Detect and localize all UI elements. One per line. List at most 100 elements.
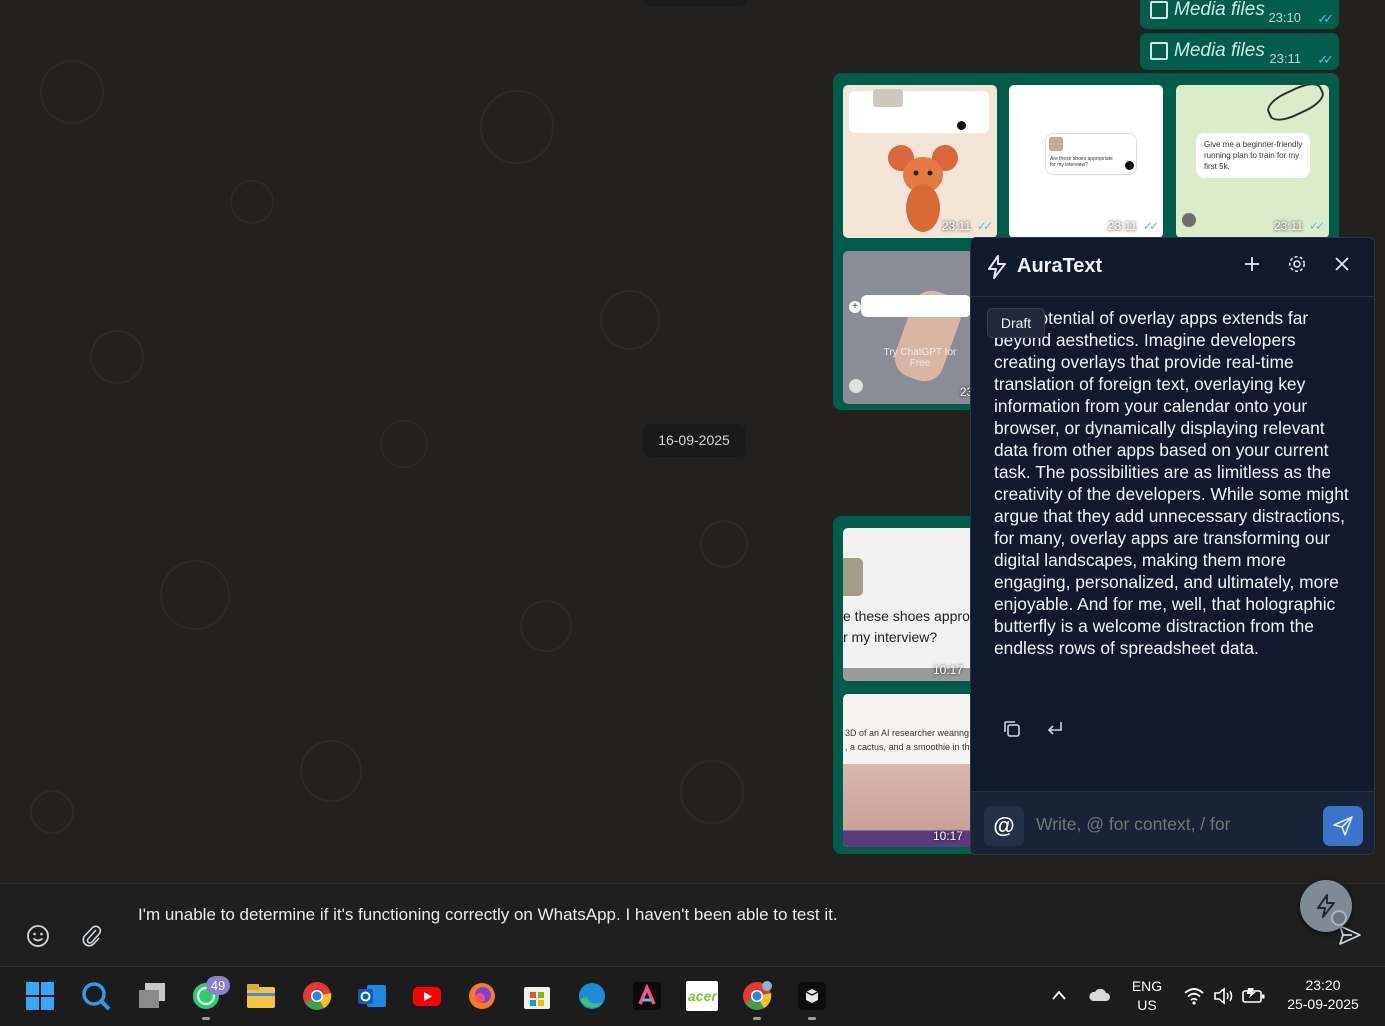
whatsapp-unread-badge: 49 — [206, 976, 230, 995]
panel-header: AuraText — [971, 238, 1375, 297]
panel-title: AuraText — [1017, 255, 1102, 278]
clock-date: 25-09-2025 — [1278, 996, 1368, 1012]
battery-icon[interactable] — [1242, 987, 1266, 1005]
openai-logo-icon — [1182, 213, 1196, 227]
windows-start-icon[interactable] — [25, 981, 55, 1011]
draft-tooltip: Draft — [987, 308, 1045, 338]
microsoft-store-icon[interactable] — [522, 981, 552, 1011]
lightning-icon — [986, 255, 1008, 279]
system-clock[interactable]: 23:20 25-09-2025 — [1278, 977, 1368, 1012]
drag-handle-icon[interactable] — [1331, 910, 1347, 926]
read-ticks-icon: ✓✓ — [1309, 219, 1321, 233]
media-files-message[interactable]: Media files 23:10 ✓✓ — [1140, 0, 1339, 29]
keyboard-layout: US — [1128, 997, 1166, 1013]
caption-line: r my interview? — [843, 627, 937, 648]
chevron-up-icon[interactable] — [1051, 989, 1067, 1001]
read-ticks-icon: ✓✓ — [1317, 53, 1329, 66]
send-dot-icon — [957, 121, 966, 130]
wallpaper-doodle — [480, 90, 554, 164]
plus-icon[interactable] — [1243, 255, 1261, 273]
media-files-label: Media files — [1174, 40, 1265, 61]
chat-card-text: Give me a beginner-friendly running plan… — [1204, 139, 1304, 172]
date-chip-top — [644, 0, 746, 6]
taskbar: 49 acer — [0, 966, 1385, 1026]
message-time: 23:10 — [1268, 11, 1301, 24]
arc-app-icon[interactable] — [632, 981, 662, 1011]
copy-icon[interactable] — [1002, 719, 1022, 739]
openai-logo-icon — [849, 379, 863, 393]
outlook-icon[interactable] — [357, 981, 387, 1011]
search-icon[interactable] — [81, 981, 111, 1011]
wallpaper-doodle — [380, 420, 428, 468]
mini-image — [843, 558, 863, 596]
wallpaper-doodle — [40, 60, 104, 124]
prompt-input[interactable] — [1034, 808, 1318, 840]
running-indicator — [808, 1017, 816, 1020]
task-view-icon[interactable] — [137, 981, 167, 1011]
context-at-button[interactable]: @ — [984, 806, 1024, 846]
onedrive-cloud-icon[interactable] — [1088, 987, 1110, 1003]
chat-card — [849, 91, 989, 133]
language-indicator[interactable]: ENG US — [1128, 978, 1166, 1013]
wallpaper-doodle — [230, 180, 274, 224]
wallpaper-doodle — [600, 290, 660, 350]
generated-text: The potential of overlay apps extends fa… — [994, 307, 1356, 659]
youtube-icon[interactable] — [412, 981, 442, 1011]
edge-icon[interactable] — [577, 981, 607, 1011]
wallpaper-doodle — [520, 600, 572, 652]
emoji-icon[interactable] — [26, 924, 50, 948]
auratext-app-icon[interactable] — [797, 981, 827, 1011]
caption-line: , a cactus, and a smoothie in the — [845, 740, 975, 754]
caption-line: e these shoes approp — [843, 606, 978, 627]
promo-text: Try ChatGPT for Free — [883, 347, 957, 369]
chrome-icon[interactable] — [302, 981, 332, 1011]
thumbnail-time: 23:11 — [1108, 219, 1137, 233]
wallpaper-doodle — [300, 740, 362, 802]
album-thumbnail[interactable]: 23:11 ✓✓ — [843, 85, 997, 238]
gear-icon[interactable] — [1287, 254, 1307, 274]
mini-image — [1049, 137, 1063, 151]
mini-image — [873, 89, 903, 107]
send-dot-icon — [1125, 161, 1134, 170]
media-files-label: Media files — [1174, 0, 1265, 20]
read-ticks-icon: ✓✓ — [1143, 219, 1155, 233]
thumbnail-time: 23:11 — [1274, 219, 1303, 233]
insert-enter-icon[interactable] — [1045, 720, 1065, 738]
sketch-drawing — [1263, 85, 1327, 126]
paperclip-icon[interactable] — [81, 924, 103, 948]
panel-input-area: @ — [971, 791, 1375, 855]
auratext-floating-button[interactable] — [1300, 880, 1352, 932]
clock-time: 23:20 — [1278, 977, 1368, 993]
caption-line: 3D of an AI researcher wearing — [845, 726, 969, 740]
firefox-icon[interactable] — [467, 981, 497, 1011]
chrome-profile-icon[interactable] — [742, 981, 772, 1011]
language-code: ENG — [1128, 978, 1166, 994]
paper-plane-icon — [1332, 815, 1354, 837]
wallpaper-doodle — [30, 790, 74, 834]
wifi-icon[interactable] — [1183, 987, 1205, 1005]
plus-icon: + — [849, 301, 861, 313]
album-thumbnail[interactable]: Give me a beginner-friendly running plan… — [1176, 85, 1329, 238]
running-indicator — [753, 1017, 761, 1020]
panel-send-button[interactable] — [1323, 806, 1363, 846]
thumbnail-time: 23:11 — [942, 219, 971, 233]
close-icon[interactable] — [1334, 256, 1350, 272]
acer-icon[interactable]: acer — [686, 981, 718, 1011]
wallpaper-doodle — [700, 520, 748, 568]
acer-logo-mark: acer — [688, 988, 717, 1004]
image-icon — [1150, 1, 1168, 19]
media-files-message[interactable]: Media files 23:11 ✓✓ — [1140, 33, 1339, 70]
album-thumbnail[interactable]: Are these shoes appropriate for my inter… — [1009, 85, 1163, 238]
message-input[interactable]: I'm unable to determine if it's function… — [138, 905, 838, 925]
running-indicator — [202, 1017, 210, 1020]
file-explorer-icon[interactable] — [246, 981, 276, 1011]
send-icon[interactable] — [1338, 924, 1362, 946]
date-chip: 16-09-2025 — [643, 424, 745, 457]
image-icon — [1150, 42, 1168, 60]
compose-bar: I'm unable to determine if it's function… — [0, 883, 1385, 967]
thumbnail-time: 10:17 — [933, 829, 963, 843]
message-time: 23:11 — [1269, 52, 1301, 65]
wallpaper-doodle — [90, 330, 144, 384]
wallpaper-doodle — [680, 760, 744, 824]
volume-icon[interactable] — [1213, 987, 1235, 1005]
